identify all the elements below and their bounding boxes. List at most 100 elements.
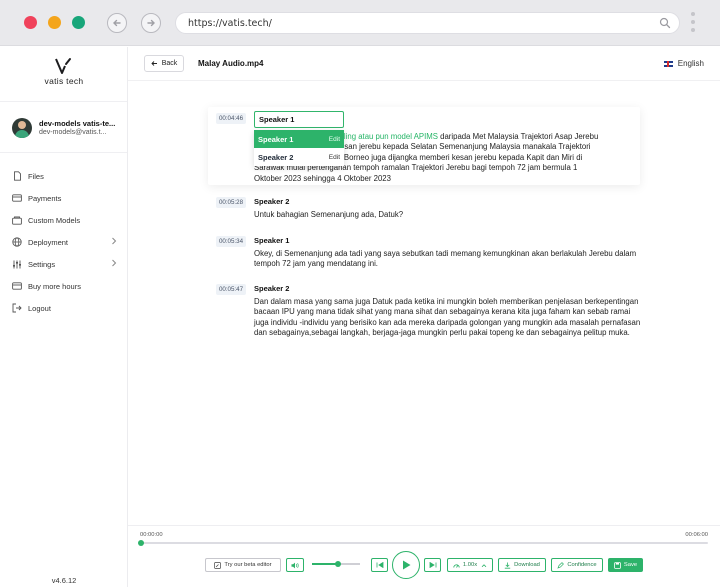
speaker-edit-link[interactable]: Edit [329,154,340,161]
segment-timestamp[interactable]: 00:05:28 [216,197,246,208]
arrow-left-icon [113,19,121,27]
card-icon [12,281,22,291]
download-icon [504,562,511,569]
user-name: dev-models vatis-te... [39,119,116,128]
card-icon [12,193,22,203]
rewind-icon [376,562,383,568]
maximize-window-button[interactable] [72,16,85,29]
sidebar-item-label: Logout [28,303,51,313]
page-title: Malay Audio.mp4 [198,59,264,68]
sliders-icon [12,259,22,269]
segment-text[interactable]: Okey, di Semenanjung ada tadi yang saya … [254,249,644,270]
vatis-logo-icon [55,58,71,74]
edit-icon [214,561,222,569]
speaker-edit-link[interactable]: Edit [329,136,340,143]
current-time: 00:00:00 [140,532,163,538]
highlighted-word[interactable]: sling atau pun model APIMS [340,132,438,141]
progress-bar[interactable] [138,540,708,546]
avatar [12,118,32,138]
segment-timestamp[interactable]: 00:05:34 [216,236,246,247]
speaker-option[interactable]: Speaker 1 Edit [254,130,344,148]
speedometer-icon [453,563,460,568]
address-bar-url: https://vatis.tech/ [188,18,272,29]
browser-forward-button[interactable] [141,13,161,33]
skip-forward-button[interactable] [424,558,441,572]
segment-text[interactable]: Dan dalam masa yang sama juga Datuk pada… [254,297,644,339]
play-icon [403,560,411,570]
back-label: Back [161,60,178,67]
arrow-left-icon [151,61,157,66]
playback-speed-select[interactable]: 1.00x [447,558,493,572]
speaker-select-input[interactable]: Speaker 1 [254,111,344,128]
segment-speaker[interactable]: Speaker 2 [254,197,289,206]
chevron-up-icon [481,563,487,567]
browser-menu-icon[interactable] [691,12,695,36]
segment-text[interactable]: Untuk bahagian Semenanjung ada, Datuk? [254,210,644,220]
audio-player: 00:00:00 00:06:00 Try our beta editor 1.… [128,525,720,587]
save-icon [614,561,621,569]
beta-editor-label: Try our beta editor [224,562,272,568]
logo-text: vatis tech [44,76,84,86]
sidebar-item-buy-more-hours[interactable]: Buy more hours [0,275,127,297]
confidence-label: Confidence [567,562,597,568]
globe-icon [12,237,22,247]
sidebar-item-label: Files [28,171,44,181]
logout-icon [12,303,22,313]
segment-speaker[interactable]: Speaker 1 [254,236,289,245]
save-button[interactable]: Save [608,558,643,572]
total-time: 00:06:00 [685,532,708,538]
uk-flag-icon [663,60,673,67]
sidebar-nav: Files Payments Custom Models Deployment … [0,165,127,319]
speaker-option-label: Speaker 2 [258,152,294,162]
transcript-editor: Back Malay Audio.mp4 English 00:04:46 sl… [128,47,720,587]
volume-button[interactable] [286,558,304,572]
sidebar-item-deployment[interactable]: Deployment [0,231,127,253]
sidebar-item-settings[interactable]: Settings [0,253,127,275]
search-icon[interactable] [659,17,671,29]
volume-icon [291,562,299,568]
app-version: v4.6.12 [51,576,77,585]
segment-timestamp[interactable]: 00:04:46 [216,113,246,124]
download-label: Download [514,562,540,568]
sidebar-item-files[interactable]: Files [0,165,127,187]
speaker-option[interactable]: Speaker 2 Edit [254,148,344,166]
sidebar-item-label: Buy more hours [28,281,81,291]
browser-back-button[interactable] [107,13,127,33]
segment-text-line: daripada Met Malaysia Trajektori Asap Je… [437,132,599,141]
speaker-option-label: Speaker 1 [258,134,294,144]
chevron-right-icon [112,237,117,245]
progress-handle[interactable] [138,540,144,546]
skip-back-button[interactable] [371,558,388,572]
user-email: dev-models@vatis.t... [39,129,107,136]
arrow-right-icon [147,19,155,27]
sidebar-item-payments[interactable]: Payments [0,187,127,209]
sidebar: vatis tech dev-models vatis-te... dev-mo… [0,47,128,587]
close-window-button[interactable] [24,16,37,29]
back-button[interactable]: Back [144,55,184,72]
box-icon [12,215,22,225]
divider [0,152,127,153]
download-button[interactable]: Download [498,558,546,572]
save-label: Save [623,562,638,568]
volume-handle[interactable] [335,561,341,567]
address-bar[interactable]: https://vatis.tech/ [175,12,680,34]
volume-slider[interactable] [312,561,360,567]
play-button[interactable] [392,551,420,579]
pen-icon [557,561,565,569]
app-logo[interactable]: vatis tech [0,57,128,86]
language-label: English [677,59,704,68]
sidebar-item-custom-models[interactable]: Custom Models [0,209,127,231]
minimize-window-button[interactable] [48,16,61,29]
divider [0,101,127,102]
speed-value: 1.00x [462,562,478,568]
sidebar-item-logout[interactable]: Logout [0,297,127,319]
sidebar-item-label: Settings [28,259,56,269]
sidebar-item-label: Custom Models [28,215,81,225]
segment-timestamp[interactable]: 00:05:47 [216,284,246,295]
segment-speaker[interactable]: Speaker 2 [254,284,289,293]
language-selector[interactable]: English [663,59,704,68]
user-profile[interactable]: dev-models vatis-te... dev-models@vatis.… [12,118,124,140]
sidebar-item-label: Payments [28,193,62,203]
beta-editor-button[interactable]: Try our beta editor [205,558,281,572]
confidence-button[interactable]: Confidence [551,558,603,572]
